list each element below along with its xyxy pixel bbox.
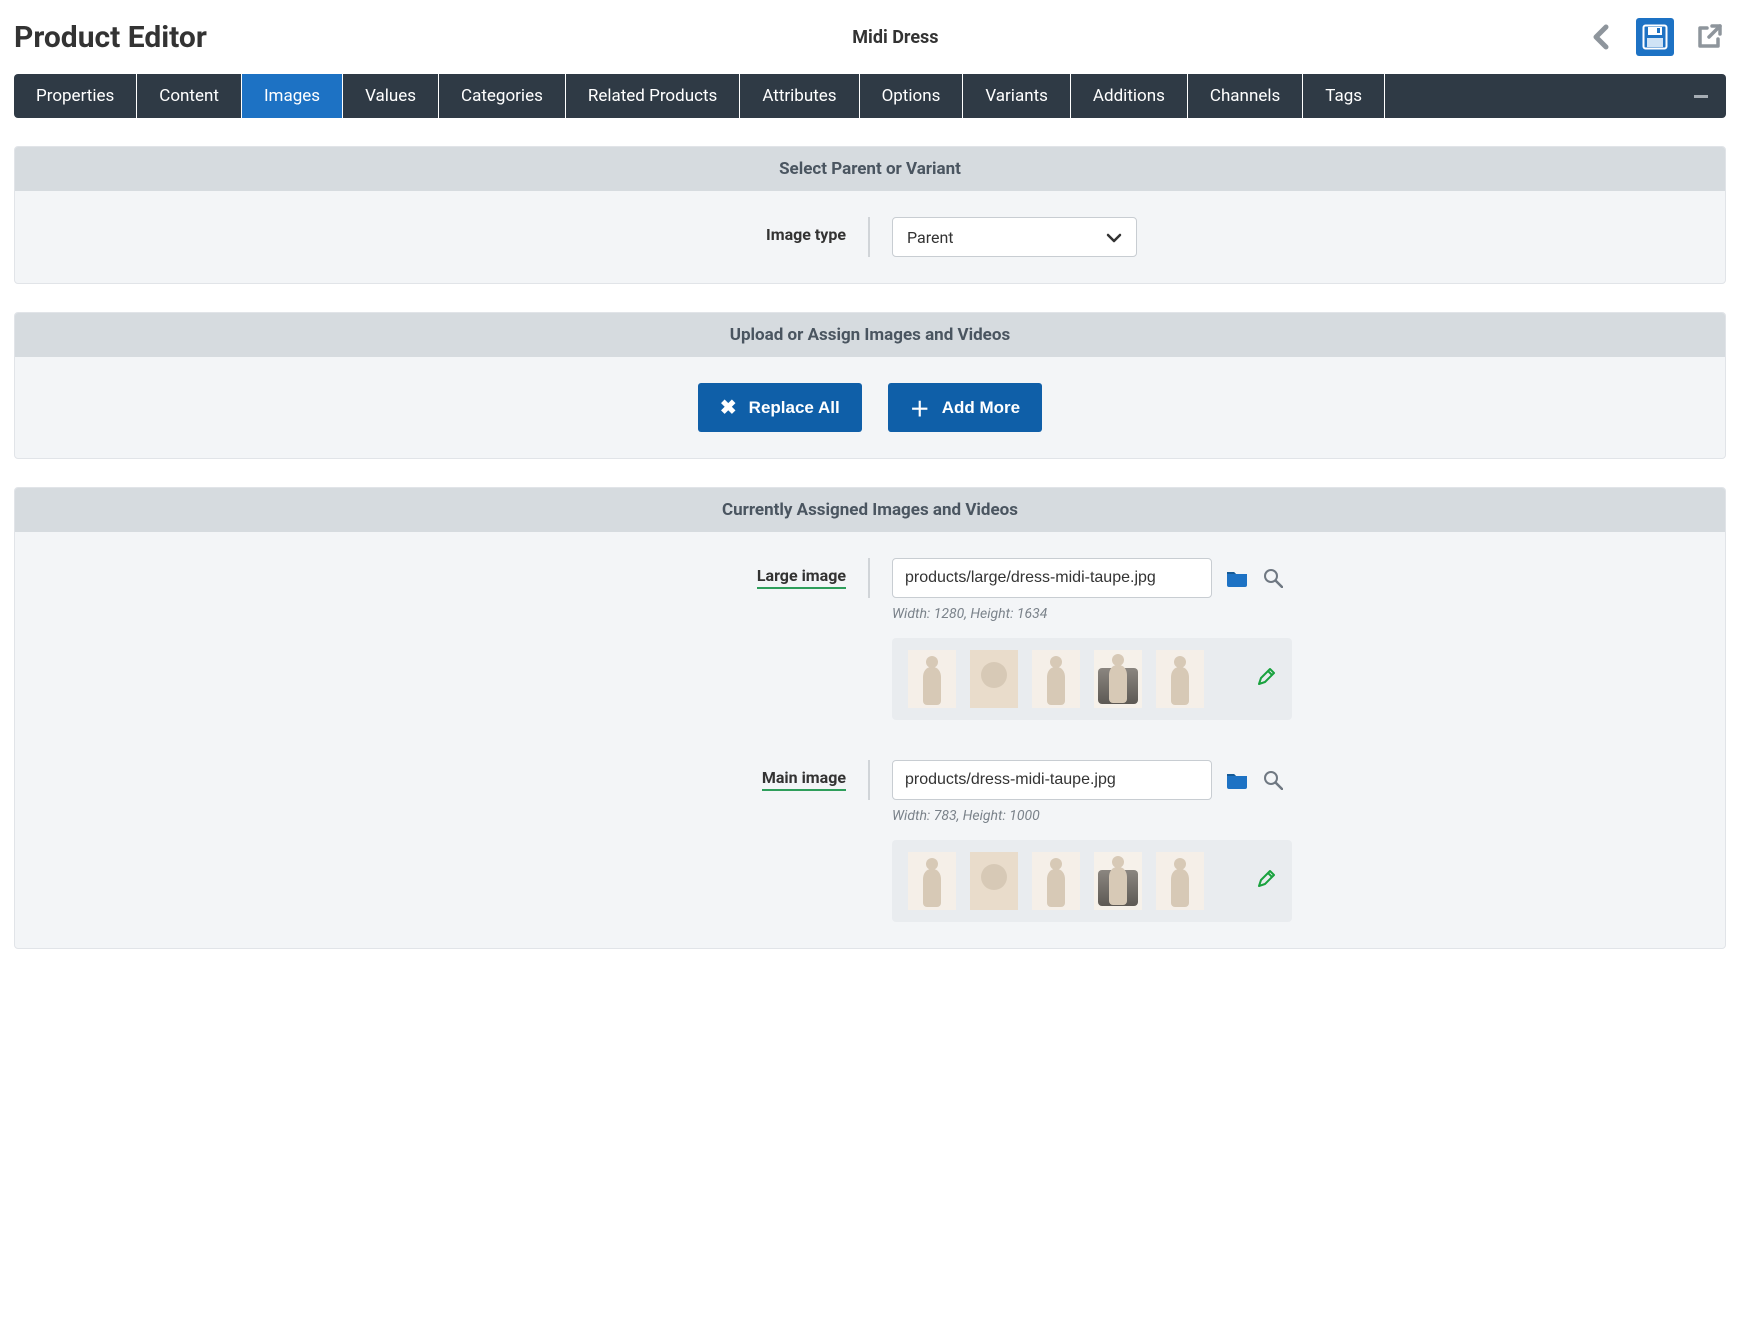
assigned-main-image-dims: Width: 783, Height: 1000	[892, 808, 1703, 824]
page-title: Product Editor	[14, 20, 207, 55]
magnifier-icon	[1263, 568, 1283, 588]
product-name: Midi Dress	[207, 27, 1584, 48]
thumbnail[interactable]	[1032, 852, 1080, 910]
panel-parent-variant-title: Select Parent or Variant	[779, 159, 961, 179]
entity-tabs: Properties Content Images Values Categor…	[14, 74, 1726, 118]
chevron-left-icon	[1590, 23, 1612, 51]
tab-attributes[interactable]: Attributes	[740, 74, 859, 118]
assigned-large-image-label: Large image	[757, 566, 846, 589]
tab-properties[interactable]: Properties	[14, 74, 137, 118]
panel-parent-variant-collapse[interactable]	[1701, 165, 1709, 173]
panel-assigned-collapse[interactable]	[1701, 506, 1709, 514]
plus-icon: ＋	[910, 393, 930, 422]
external-link-icon	[1695, 23, 1723, 51]
assigned-large-image-path-input[interactable]	[892, 558, 1212, 598]
panel-parent-variant: Select Parent or Variant Image type Pare…	[14, 146, 1726, 284]
thumbnail[interactable]	[970, 852, 1018, 910]
thumbnail[interactable]	[1094, 852, 1142, 910]
tab-content[interactable]: Content	[137, 74, 242, 118]
image-type-selected-value: Parent	[907, 228, 954, 247]
tab-options[interactable]: Options	[860, 74, 964, 118]
pencil-icon	[1256, 667, 1276, 687]
image-type-label: Image type	[766, 225, 846, 244]
assigned-large-image-dims: Width: 1280, Height: 1634	[892, 606, 1703, 622]
header-actions	[1584, 18, 1726, 56]
assigned-main-image-row: Main image Width: 783, Height: 1000	[37, 760, 1703, 922]
assigned-main-image-path-input[interactable]	[892, 760, 1212, 800]
browse-folder-button[interactable]	[1226, 769, 1248, 791]
folder-icon	[1226, 569, 1248, 587]
pencil-icon	[1256, 869, 1276, 889]
panel-assigned-header: Currently Assigned Images and Videos	[15, 488, 1725, 532]
assigned-main-image-thumbs	[892, 840, 1292, 922]
magnifier-icon	[1263, 770, 1283, 790]
panel-assigned-title: Currently Assigned Images and Videos	[722, 500, 1018, 520]
edit-thumbnails-button[interactable]	[1256, 667, 1276, 691]
tab-categories[interactable]: Categories	[439, 74, 566, 118]
tab-tags[interactable]: Tags	[1303, 74, 1385, 118]
panel-upload-header: Upload or Assign Images and Videos	[15, 313, 1725, 357]
panel-upload-collapse[interactable]	[1701, 331, 1709, 339]
tab-additions[interactable]: Additions	[1071, 74, 1188, 118]
chevron-down-icon	[1106, 227, 1122, 248]
replace-all-label: Replace All	[749, 398, 840, 418]
assigned-large-image-thumbs	[892, 638, 1292, 720]
back-button[interactable]	[1584, 20, 1618, 54]
open-external-button[interactable]	[1692, 20, 1726, 54]
preview-button[interactable]	[1262, 567, 1284, 589]
tab-variants[interactable]: Variants	[963, 74, 1071, 118]
minus-icon	[1694, 95, 1708, 98]
edit-thumbnails-button[interactable]	[1256, 869, 1276, 893]
assigned-main-image-label: Main image	[762, 768, 846, 791]
assigned-large-image-row: Large image Width: 1280, Height: 1634	[37, 558, 1703, 720]
save-button[interactable]	[1636, 18, 1674, 56]
panel-assigned: Currently Assigned Images and Videos Lar…	[14, 487, 1726, 949]
browse-folder-button[interactable]	[1226, 567, 1248, 589]
panel-parent-variant-header: Select Parent or Variant	[15, 147, 1725, 191]
thumbnail[interactable]	[908, 650, 956, 708]
replace-all-button[interactable]: ✖ Replace All	[698, 383, 862, 432]
folder-icon	[1226, 771, 1248, 789]
thumbnail[interactable]	[1094, 650, 1142, 708]
image-type-select[interactable]: Parent	[892, 217, 1137, 257]
tab-channels[interactable]: Channels	[1188, 74, 1303, 118]
image-type-row: Image type Parent	[37, 217, 1703, 257]
floppy-disk-icon	[1642, 24, 1668, 50]
panel-upload-title: Upload or Assign Images and Videos	[730, 325, 1010, 345]
add-more-button[interactable]: ＋ Add More	[888, 383, 1042, 432]
panel-upload: Upload or Assign Images and Videos ✖ Rep…	[14, 312, 1726, 459]
x-icon: ✖	[720, 395, 737, 420]
thumbnail[interactable]	[1156, 852, 1204, 910]
tab-related-products[interactable]: Related Products	[566, 74, 740, 118]
tabs-collapse[interactable]	[1385, 74, 1726, 118]
thumbnail[interactable]	[970, 650, 1018, 708]
add-more-label: Add More	[942, 398, 1020, 418]
editor-header: Product Editor Midi Dress	[14, 18, 1726, 56]
thumbnail[interactable]	[1032, 650, 1080, 708]
thumbnail[interactable]	[908, 852, 956, 910]
tab-values[interactable]: Values	[343, 74, 439, 118]
tab-images[interactable]: Images	[242, 74, 343, 118]
preview-button[interactable]	[1262, 769, 1284, 791]
thumbnail[interactable]	[1156, 650, 1204, 708]
